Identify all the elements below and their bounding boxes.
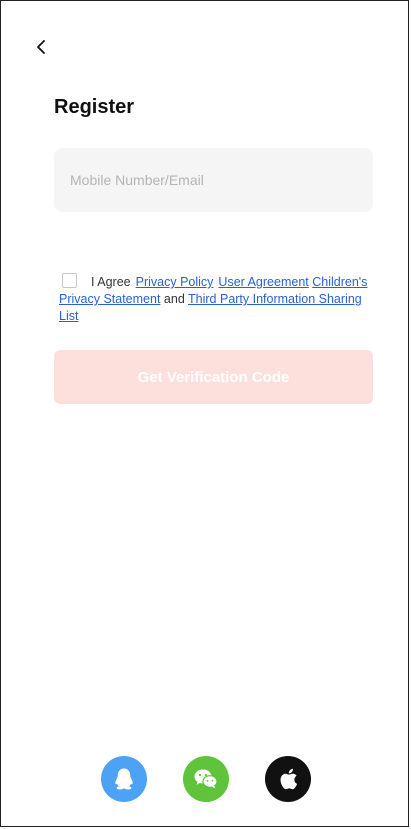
apple-icon [280,768,297,790]
register-screen: Register I Agree Privacy Policy User Agree… [0,0,409,827]
qq-icon [114,768,133,790]
account-input[interactable] [54,148,373,212]
wechat-login-button[interactable] [182,756,229,802]
privacy-policy-link[interactable]: Privacy Policy [136,275,214,289]
agree-prefix: I Agree [91,275,131,289]
back-button[interactable] [29,35,53,59]
social-login-row [1,756,410,802]
page-title: Register [54,96,135,118]
and-text: and [163,292,185,306]
wechat-icon [194,769,218,789]
user-agreement-link[interactable]: User Agreement [218,275,308,289]
apple-login-button[interactable] [264,756,311,802]
get-verification-code-button[interactable]: Get Verification Code [54,350,373,404]
account-field[interactable] [54,148,373,212]
chevron-left-icon [37,40,45,54]
agree-checkbox[interactable] [62,273,77,288]
qq-login-button[interactable] [100,756,147,802]
agreement-block: I Agree Privacy Policy User Agreement Chil… [59,273,371,325]
